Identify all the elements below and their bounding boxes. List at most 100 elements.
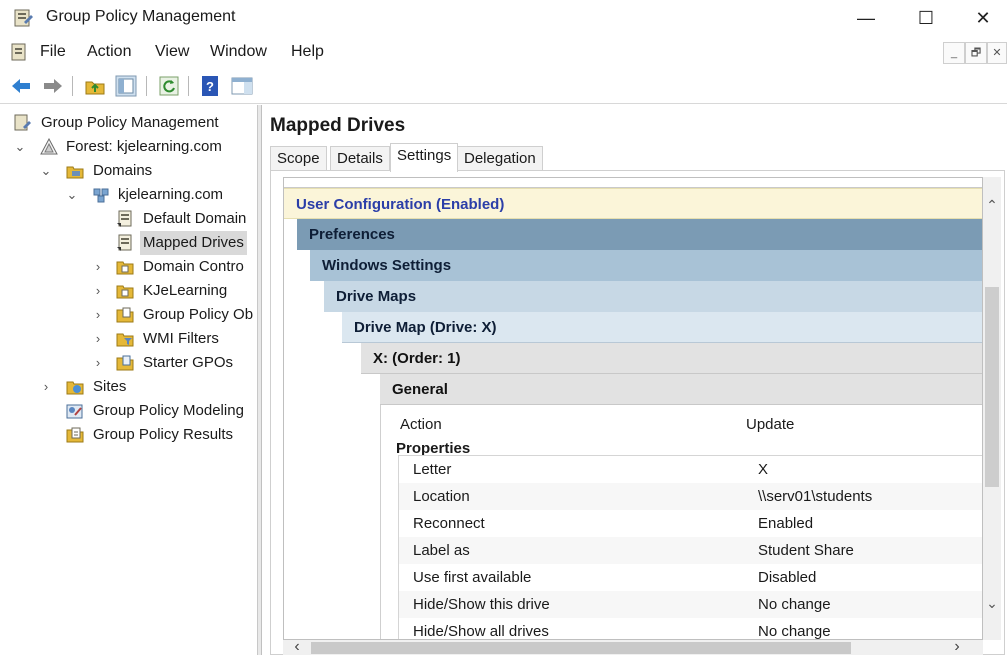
starter-gpo-icon [116, 355, 134, 371]
scroll-down-icon[interactable]: ⌄ [983, 593, 1001, 613]
tab-delegation[interactable]: Delegation [457, 146, 543, 171]
minimize-button[interactable]: — [846, 4, 886, 32]
chevron-right-icon[interactable]: › [40, 375, 52, 399]
tree-item-gp-results[interactable]: Group Policy Results [0, 423, 257, 447]
tree-item-domain[interactable]: ⌄ kjelearning.com [0, 183, 257, 207]
menu-help[interactable]: Help [291, 43, 324, 61]
refresh-icon[interactable] [158, 75, 180, 97]
property-key: Label as [413, 542, 470, 559]
property-key: Hide/Show all drives [413, 623, 549, 640]
tree-item-sites[interactable]: › Sites [0, 375, 257, 399]
chevron-right-icon[interactable]: › [92, 351, 104, 375]
scroll-left-icon[interactable]: ‹ [287, 638, 307, 655]
help-icon[interactable]: ? [200, 75, 222, 97]
action-value: Update [746, 416, 795, 433]
document-icon[interactable] [10, 42, 30, 62]
action-label: Action [400, 416, 442, 433]
section-drive-map-x[interactable]: Drive Map (Drive: X) [342, 312, 982, 343]
settings-report: User Configuration (Enabled) Preferences… [283, 177, 983, 640]
tree-label: kjelearning.com [118, 186, 224, 203]
scroll-right-icon[interactable]: › [947, 638, 967, 655]
chevron-down-icon[interactable]: ⌄ [14, 135, 26, 159]
maximize-button[interactable]: ☐ [906, 4, 946, 32]
page-title: Mapped Drives [270, 115, 406, 136]
tree-label: Sites [93, 378, 127, 395]
section-order[interactable]: X: (Order: 1) [361, 343, 982, 374]
window-title: Group Policy Management [46, 8, 236, 25]
scroll-up-icon[interactable]: ⌃ [983, 195, 1001, 215]
section-drive-maps[interactable]: Drive Maps [324, 281, 982, 312]
chevron-right-icon[interactable]: › [92, 255, 104, 279]
tab-details[interactable]: Details [330, 146, 390, 171]
console-tree: Group Policy Management ⌄ Forest: kjelea… [0, 105, 258, 655]
svg-text:?: ? [206, 79, 214, 94]
property-key: Location [413, 488, 470, 505]
domain-icon [93, 188, 109, 203]
tree-label: Default Domain [143, 210, 247, 227]
up-folder-icon[interactable] [84, 75, 106, 97]
property-row: Hide/Show this drive No change [399, 591, 982, 618]
forward-arrow-icon[interactable] [42, 75, 64, 97]
tree-label: WMI Filters [143, 330, 219, 347]
gpo-link-icon [117, 234, 132, 251]
tree-label: Group Policy Ob [143, 306, 254, 323]
menu-action[interactable]: Action [87, 43, 131, 61]
tree-item-mapped-drives[interactable]: Mapped Drives [0, 231, 257, 255]
forest-icon [40, 138, 58, 155]
tree-item-group-policy-objects[interactable]: › Group Policy Ob [0, 303, 257, 327]
tree-item-forest[interactable]: ⌄ Forest: kjelearning.com [0, 135, 257, 159]
tree-label: Group Policy Modeling [93, 402, 244, 419]
tree-item-domain-controllers[interactable]: › Domain Contro [0, 255, 257, 279]
tree-item-wmi-filters[interactable]: › WMI Filters [0, 327, 257, 351]
property-value: Disabled [758, 569, 817, 586]
section-preferences[interactable]: Preferences [297, 219, 982, 250]
ou-folder-icon [116, 285, 134, 299]
mdi-close-button[interactable]: ✕ [987, 42, 1007, 64]
property-key: Letter [413, 461, 452, 478]
chevron-right-icon[interactable]: › [92, 303, 104, 327]
tab-settings[interactable]: Settings [390, 143, 459, 172]
menu-window[interactable]: Window [210, 43, 267, 61]
show-action-pane-icon[interactable] [231, 75, 253, 97]
mdi-minimize-button[interactable]: _ [943, 42, 965, 64]
horizontal-scrollbar[interactable]: ‹ › [283, 638, 983, 655]
gpo-link-icon [117, 210, 132, 227]
section-windows-settings[interactable]: Windows Settings [310, 250, 982, 281]
tree-label: Domains [93, 162, 153, 179]
tree-item-gpm-root[interactable]: Group Policy Management [0, 111, 257, 135]
mdi-restore-button[interactable]: 🗗 [965, 42, 987, 64]
sites-icon [66, 381, 84, 395]
section-user-configuration[interactable]: User Configuration (Enabled) [284, 188, 982, 219]
tab-scope[interactable]: Scope [270, 146, 327, 171]
tree-label: KJeLearning [143, 282, 228, 299]
vertical-scrollbar[interactable]: ⌃ ⌄ [983, 177, 1001, 640]
section-general[interactable]: General [380, 374, 982, 405]
tree-label: Group Policy Management [41, 114, 219, 131]
property-key: Use first available [413, 569, 532, 586]
property-value: No change [758, 596, 831, 613]
property-value: \\serv01\students [758, 488, 873, 505]
close-button[interactable]: ✕ [963, 4, 1003, 32]
title-bar: Group Policy Management — ☐ ✕ [0, 0, 1007, 36]
domains-icon [66, 166, 84, 179]
tree-item-domains[interactable]: ⌄ Domains [0, 159, 257, 183]
horizontal-scroll-thumb[interactable] [311, 642, 851, 654]
tree-label: Mapped Drives [140, 231, 247, 255]
vertical-scroll-thumb[interactable] [985, 287, 999, 487]
chevron-down-icon[interactable]: ⌄ [40, 159, 52, 183]
tree-item-gp-modeling[interactable]: Group Policy Modeling [0, 399, 257, 423]
chevron-down-icon[interactable]: ⌄ [66, 183, 78, 207]
tree-item-kjelearning-ou[interactable]: › KJeLearning [0, 279, 257, 303]
back-arrow-icon[interactable] [10, 75, 32, 97]
menu-file[interactable]: File [40, 43, 66, 61]
property-row: Hide/Show all drives No change [399, 618, 982, 640]
gpm-app-icon [14, 9, 33, 27]
gpm-console-icon [14, 114, 31, 131]
chevron-right-icon[interactable]: › [92, 327, 104, 351]
chevron-right-icon[interactable]: › [92, 279, 104, 303]
menu-view[interactable]: View [155, 43, 189, 61]
tree-item-starter-gpos[interactable]: › Starter GPOs [0, 351, 257, 375]
tree-item-default-domain-policy[interactable]: Default Domain [0, 207, 257, 231]
tree-label: Domain Contro [143, 258, 244, 275]
show-hide-tree-icon[interactable] [115, 75, 137, 97]
